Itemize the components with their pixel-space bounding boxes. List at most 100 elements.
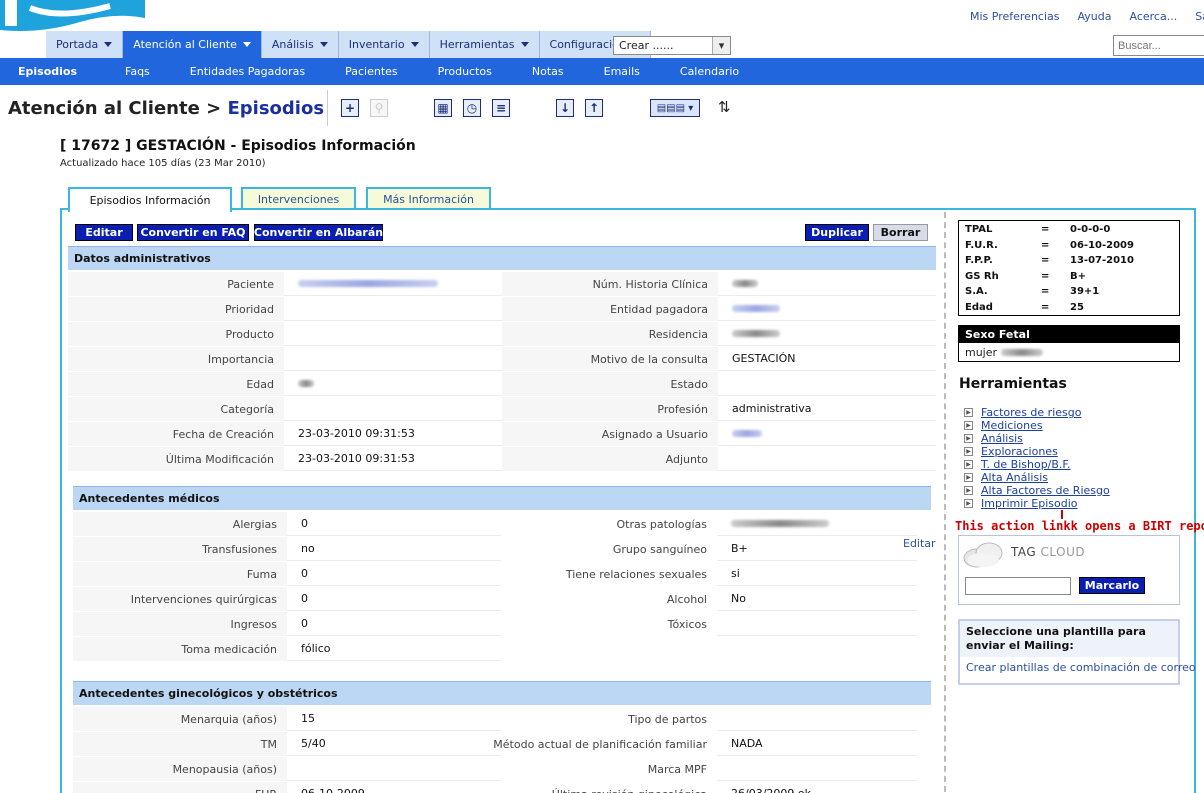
submenu-faqs[interactable]: Faqs [105, 65, 170, 78]
breadcrumb-parent[interactable]: Atención al Cliente [8, 98, 200, 119]
tag-input[interactable] [965, 577, 1071, 595]
field-row: FUR 06-10-2009 Última revisión ginecológ… [73, 782, 921, 793]
tag-cloud-title: TAG CLOUD [1011, 545, 1085, 559]
tool-link-factores-riesgo[interactable]: Factores de riesgo [981, 406, 1081, 419]
tag-submit-button[interactable]: Marcarlo [1079, 577, 1145, 594]
summary-value: 06-10-2009 [1070, 239, 1134, 251]
tool-item: ▶ Alta Factores de Riesgo [964, 484, 1110, 497]
pregnancy-summary-box: TPAL = 0-0-0-0 F.U.R. = 06-10-2009 F.P.P. = 13… [958, 220, 1180, 316]
chevron-down-icon [104, 42, 113, 47]
search-icon[interactable]: ⚲ [370, 99, 388, 117]
tool-item: ▶ Análisis [964, 432, 1110, 445]
create-select[interactable]: Crear ...... ▾ [613, 36, 731, 55]
summary-row: GS Rh = B+ [965, 271, 1173, 287]
summary-eq: = [1041, 270, 1050, 282]
menu-atencion-cliente[interactable]: Atención al Cliente [123, 31, 262, 58]
tool-item: ▶ Mediciones [964, 419, 1110, 432]
tool-link-bishop[interactable]: T. de Bishop/B.F. [981, 458, 1070, 471]
search-input[interactable] [1113, 35, 1204, 56]
field-row: Producto Residencia [68, 322, 936, 347]
tool-item: ▶ Exploraciones [964, 445, 1110, 458]
add-icon[interactable]: + [341, 99, 359, 117]
field-value-redacted [284, 372, 502, 396]
field-label: Transfusiones [73, 537, 287, 561]
submenu-pacientes[interactable]: Pacientes [325, 65, 418, 78]
field-value: GESTACIÓN [718, 347, 936, 371]
field-value-redacted [718, 322, 936, 346]
field-row: Importancia Motivo de la consulta GESTAC… [68, 347, 936, 372]
submenu-emails[interactable]: Emails [584, 65, 660, 78]
field-value [284, 322, 502, 346]
link-help[interactable]: Ayuda [1078, 10, 1112, 23]
view-select-icon[interactable]: ▤▤▤ ▾ [650, 99, 700, 117]
field-value: No [717, 587, 917, 611]
tool-link-mediciones[interactable]: Mediciones [981, 419, 1043, 432]
submenu-episodios[interactable]: Episodios [0, 65, 105, 78]
field-label: Residencia [502, 322, 718, 346]
tool-link-alta-analisis[interactable]: Alta Análisis [981, 471, 1048, 484]
tab-mas-informacion[interactable]: Más Información [366, 187, 491, 210]
field-value: fólico [287, 637, 501, 661]
bullet-arrow-icon: ▶ [964, 473, 973, 482]
bullet-arrow-icon: ▶ [964, 499, 973, 508]
summary-eq: = [1041, 255, 1050, 266]
tool-link-alta-factores[interactable]: Alta Factores de Riesgo [981, 484, 1110, 497]
summary-row: F.U.R. = 06-10-2009 [965, 240, 1173, 256]
summary-value: B+ [1070, 270, 1087, 282]
field-value: NADA [717, 732, 917, 756]
top-links: Mis Preferencias Ayuda Acerca... Sali [970, 10, 1204, 23]
link-preferences[interactable]: Mis Preferencias [970, 10, 1060, 23]
tool-link-imprimir-episodio[interactable]: Imprimir Episodio [981, 497, 1078, 510]
tool-item: ▶ Alta Análisis [964, 471, 1110, 484]
field-label: Importancia [68, 347, 284, 371]
field-value: B+ [717, 537, 917, 561]
link-logout[interactable]: Sali [1195, 10, 1204, 23]
delete-button[interactable]: Borrar [873, 224, 928, 241]
field-row: Menarquia (años) 15 Tipo de partos [73, 707, 921, 732]
field-row: Toma medicación fólico [73, 637, 501, 662]
field-value: 23-03-2010 09:31:53 [284, 422, 502, 446]
submenu-productos[interactable]: Productos [418, 65, 512, 78]
tab-intervenciones[interactable]: Intervenciones [241, 187, 356, 210]
move-up-icon[interactable]: ↑ [585, 99, 603, 117]
bullet-arrow-icon: ▶ [964, 486, 973, 495]
submenu-notas[interactable]: Notas [512, 65, 584, 78]
menu-portada[interactable]: Portada [46, 31, 124, 58]
menu-analisis[interactable]: Análisis [261, 31, 339, 58]
field-value: si [717, 562, 917, 586]
tag-cloud-widget: TAG CLOUD Marcarlo [958, 535, 1180, 605]
summary-key: S.A. [965, 286, 988, 297]
breadcrumb-current: Episodios [227, 98, 325, 119]
duplicate-button[interactable]: Duplicar [805, 224, 869, 241]
link-about[interactable]: Acerca... [1129, 10, 1177, 23]
convert-albaran-button[interactable]: Convertir en Albarán [254, 224, 383, 241]
tab-episodios-informacion[interactable]: Episodios Información [68, 187, 232, 212]
field-row: Intervenciones quirúrgicas 0 Alcohol No [73, 587, 921, 612]
toolbar-divider [327, 90, 328, 126]
redacted-value [732, 330, 780, 337]
field-label: Edad [68, 372, 284, 396]
clock-icon[interactable]: ◷ [463, 99, 481, 117]
edit-button[interactable]: Editar [75, 224, 133, 241]
sort-icon[interactable]: ⇅ [718, 98, 731, 116]
mailing-template-link[interactable]: Crear plantillas de combinación de corre… [960, 657, 1196, 678]
menu-herramientas[interactable]: Herramientas [429, 31, 540, 58]
field-label: Ingresos [73, 612, 287, 636]
fetal-sex-box: Sexo Fetal mujer [958, 325, 1180, 362]
vcard-icon[interactable]: ≡ [492, 99, 510, 117]
move-down-icon[interactable]: ↓ [556, 99, 574, 117]
field-label: Adjunto [502, 447, 718, 471]
section-antecedentes-medicos: Antecedentes médicos [73, 486, 931, 510]
menu-inventario[interactable]: Inventario [338, 31, 430, 58]
tool-link-exploraciones[interactable]: Exploraciones [981, 445, 1058, 458]
field-value [717, 612, 917, 636]
field-value: 23-03-2010 09:31:53 [284, 447, 502, 471]
redacted-value [732, 430, 762, 437]
calendar-icon[interactable]: ▦ [434, 99, 452, 117]
submenu-calendario[interactable]: Calendario [660, 65, 759, 78]
summary-key: GS Rh [965, 270, 999, 282]
submenu-entidades-pagadoras[interactable]: Entidades Pagadoras [170, 65, 325, 78]
tool-link-analisis[interactable]: Análisis [981, 432, 1023, 445]
convert-faq-button[interactable]: Convertir en FAQ [137, 224, 249, 241]
field-value [718, 447, 936, 471]
